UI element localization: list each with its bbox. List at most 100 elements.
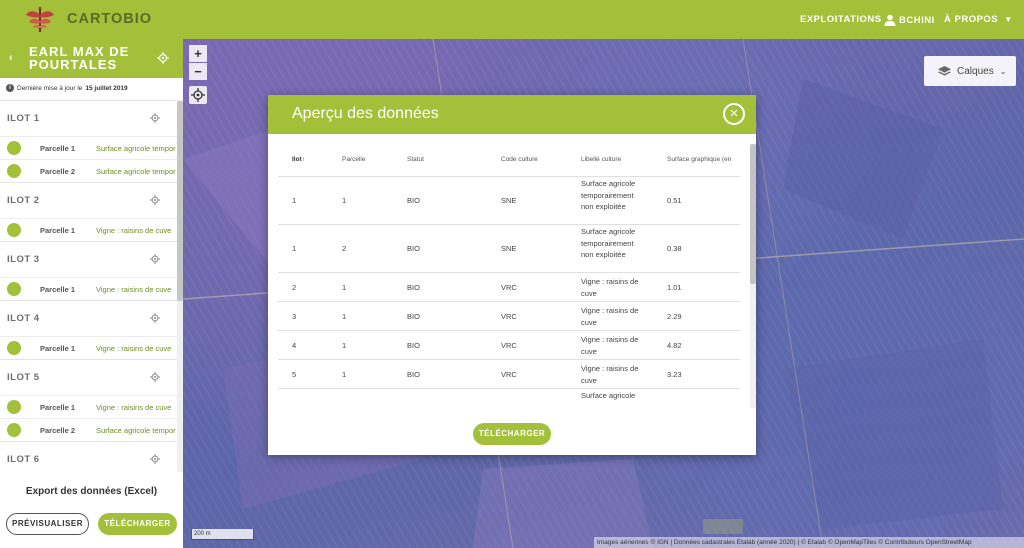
layers-icon xyxy=(938,65,951,76)
ilot-header[interactable]: ILOT 2 xyxy=(0,182,178,218)
column-header-parcelle[interactable]: Parcelle xyxy=(342,156,365,163)
app-name[interactable]: CARTOBIO xyxy=(67,11,152,27)
cell-statut: BIO xyxy=(407,196,420,205)
zoom-in-button[interactable]: + xyxy=(189,45,207,62)
nav-exploitations[interactable]: EXPLOITATIONS xyxy=(800,14,882,25)
parcel-color-dot xyxy=(7,423,21,437)
nav-about[interactable]: À PROPOS ▼ xyxy=(944,14,1013,25)
table-row[interactable]: 2 1 BIO VRC Vigne : raisins de cuve 1.01 xyxy=(278,272,740,301)
cell-libelle: Surface agricole temporairement non expl… xyxy=(581,179,636,211)
last-update: i Dernière mise à jour le 15 juillet 201… xyxy=(6,84,128,92)
table-row[interactable]: 1 2 BIO SNE Surface agricole temporairem… xyxy=(278,224,740,272)
cell-libelle: Vigne : raisins de cuve xyxy=(581,364,639,385)
list-item[interactable]: Parcelle 1 Vigne : raisins de cuve xyxy=(0,277,178,300)
parcel-color-dot xyxy=(7,341,21,355)
ilot-header[interactable]: ILOT 5 xyxy=(0,359,178,395)
update-prefix: Dernière mise à jour le xyxy=(17,84,83,92)
cell-ilot: 2 xyxy=(292,283,297,292)
column-header-statut[interactable]: Statut xyxy=(407,156,424,163)
list-item[interactable]: Parcelle 2 Surface agricole temporaireme… xyxy=(0,159,178,182)
target-icon[interactable] xyxy=(150,313,160,323)
target-icon[interactable] xyxy=(150,195,160,205)
parcel-name: Parcelle 1 xyxy=(40,226,76,235)
ilot-title: ILOT 4 xyxy=(7,313,40,324)
table-row[interactable]: 4 1 BIO VRC Vigne : raisins de cuve 4.82 xyxy=(278,330,740,359)
target-icon[interactable] xyxy=(150,454,160,464)
column-header-surface[interactable]: Surface graphique (en xyxy=(667,156,731,163)
cell-surface: 0.51 xyxy=(667,196,682,205)
list-item[interactable]: Parcelle 1 Vigne : raisins de cuve xyxy=(0,336,178,359)
cell-statut: BIO xyxy=(407,244,420,253)
cell-parcelle: 1 xyxy=(342,196,347,205)
target-icon[interactable] xyxy=(150,372,160,382)
map-attribution[interactable]: Images aériennes © IGN | Données cadastr… xyxy=(594,537,1024,548)
parcel-color-dot xyxy=(7,164,21,178)
cell-code: VRC xyxy=(501,312,517,321)
preview-button[interactable]: PRÉVISUALISER xyxy=(6,513,89,535)
column-header-libelle-culture[interactable]: Libellé culture xyxy=(581,156,621,163)
parcel-name: Parcelle 1 xyxy=(40,403,76,412)
cell-surface: 4.82 xyxy=(667,341,682,350)
chevron-left-icon[interactable]: ‹ xyxy=(9,52,13,64)
geolocate-icon[interactable] xyxy=(189,86,207,104)
table-scroll-thumb[interactable] xyxy=(750,144,756,284)
cell-libelle: Surface agricole temporairement non expl… xyxy=(581,227,636,259)
modal-download-button[interactable]: TÉLÉCHARGER xyxy=(473,423,551,445)
table-row[interactable]: 1 1 BIO SNE Surface agricole temporairem… xyxy=(278,176,740,224)
logo-icon[interactable] xyxy=(24,5,56,34)
target-icon[interactable] xyxy=(150,113,160,123)
list-item[interactable]: Parcelle 1 Vigne : raisins de cuve xyxy=(0,218,178,241)
update-date: 15 juillet 2019 xyxy=(85,84,128,92)
cell-libelle: Surface agricole xyxy=(581,391,636,400)
target-icon[interactable] xyxy=(157,52,169,64)
ilot-header[interactable]: ILOT 1 xyxy=(0,100,178,136)
scale-bar: 200 m xyxy=(191,529,254,540)
list-item[interactable]: Parcelle 1 Vigne : raisins de cuve xyxy=(0,395,178,418)
table-row[interactable]: 5 1 BIO VRC Vigne : raisins de cuve 3.23 xyxy=(278,359,740,388)
cell-surface: 1.01 xyxy=(667,283,682,292)
parcel-name: Parcelle 1 xyxy=(40,285,76,294)
column-header-ilot[interactable]: Ilot↑ xyxy=(292,156,305,163)
table-row[interactable]: 3 1 BIO VRC Vigne : raisins de cuve 2.29 xyxy=(278,301,740,330)
download-button[interactable]: TÉLÉCHARGER xyxy=(98,513,177,535)
parcel-color-dot xyxy=(7,141,21,155)
ilot-title: ILOT 5 xyxy=(7,372,40,383)
cell-statut: BIO xyxy=(407,283,420,292)
cell-code: VRC xyxy=(501,283,517,292)
info-icon: i xyxy=(6,84,14,92)
sort-arrow-icon: ↑ xyxy=(301,156,305,163)
parcel-name: Parcelle 2 xyxy=(40,167,76,176)
cell-parcelle: 1 xyxy=(342,283,347,292)
top-bar: CARTOBIO EXPLOITATIONS BCHINI À PROPOS ▼ xyxy=(0,0,1024,39)
zoom-out-button[interactable]: − xyxy=(189,63,207,80)
column-header-code-culture[interactable]: Code culture xyxy=(501,156,538,163)
layers-button[interactable]: Calques ⌄ xyxy=(924,56,1016,86)
ilot-header[interactable]: ILOT 3 xyxy=(0,241,178,277)
cell-code: SNE xyxy=(501,244,517,253)
list-item[interactable]: Parcelle 1 Surface agricole temporaireme… xyxy=(0,136,178,159)
person-icon xyxy=(884,14,896,26)
chevron-down-icon: ⌄ xyxy=(999,66,1007,76)
close-icon[interactable]: × xyxy=(723,103,745,125)
ilot-list[interactable]: ILOT 1 Parcelle 1 Surface agricole tempo… xyxy=(0,100,178,472)
cell-surface: 0.38 xyxy=(667,244,682,253)
cell-ilot: 5 xyxy=(292,370,297,379)
cell-code: SNE xyxy=(501,196,517,205)
list-item[interactable]: Parcelle 2 Surface agricole temporaireme… xyxy=(0,418,178,441)
cell-statut: BIO xyxy=(407,312,420,321)
nav-user-menu[interactable]: BCHINI xyxy=(884,14,935,26)
ilot-header[interactable]: ILOT 6 xyxy=(0,441,178,472)
ilot-header[interactable]: ILOT 4 xyxy=(0,300,178,336)
modal-header: Aperçu des données × xyxy=(268,95,756,134)
user-name: BCHINI xyxy=(899,14,935,26)
ilot-title: ILOT 2 xyxy=(7,195,40,206)
table-row[interactable]: Surface agricole xyxy=(278,388,740,408)
data-table[interactable]: Ilot↑ Parcelle Statut Code culture Libel… xyxy=(278,144,748,408)
cell-parcelle: 2 xyxy=(342,244,347,253)
target-icon[interactable] xyxy=(150,254,160,264)
sidebar: ‹ EARL MAX DE POURTALES i Dernière mise … xyxy=(0,39,183,548)
cell-libelle: Vigne : raisins de cuve xyxy=(581,306,639,327)
cell-parcelle: 1 xyxy=(342,341,347,350)
cell-code: VRC xyxy=(501,341,517,350)
cell-ilot: 1 xyxy=(292,244,297,253)
